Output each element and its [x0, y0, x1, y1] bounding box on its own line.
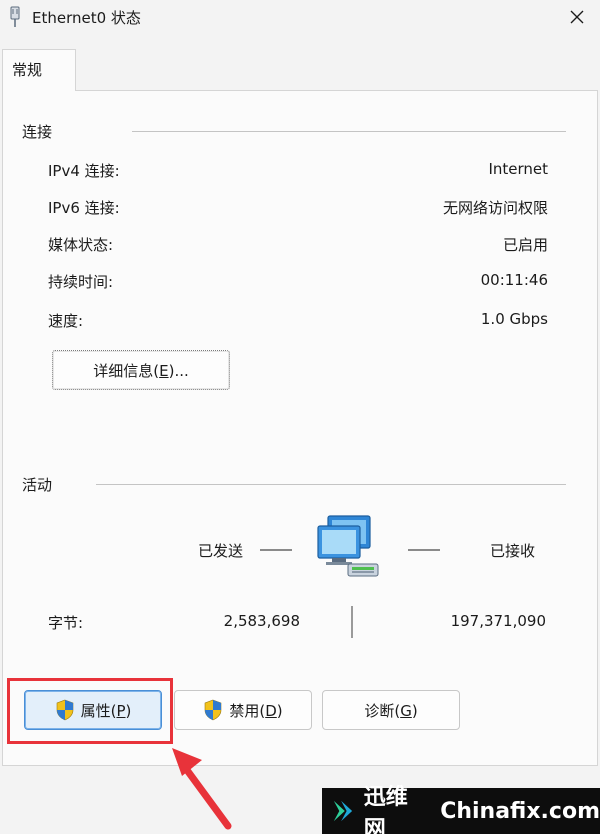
close-button[interactable]: [554, 0, 600, 34]
brand-logo-icon: [333, 800, 353, 822]
title-bar: Ethernet0 状态: [0, 0, 600, 36]
bytes-received-value: 197,371,090: [450, 612, 546, 630]
details-button-label: 详细信息(E)...: [93, 361, 189, 380]
diagnose-button-label: 诊断(G): [364, 701, 418, 720]
tab-panel: [2, 90, 598, 766]
highlight-box: [7, 678, 173, 744]
duration-label: 持续时间:: [48, 273, 114, 291]
close-icon: [570, 10, 584, 24]
bytes-sent-value: 2,583,698: [223, 612, 300, 630]
watermark-brand-cn: 迅维网: [363, 785, 408, 834]
connection-heading: 连接: [22, 123, 53, 141]
duration-value: 00:11:46: [480, 271, 548, 289]
network-computers-icon: [317, 515, 379, 577]
details-button[interactable]: 详细信息(E)...: [52, 350, 230, 390]
received-label: 已接收: [490, 542, 536, 560]
speed-label: 速度:: [48, 312, 84, 330]
media-state-value: 已启用: [502, 236, 548, 254]
network-adapter-icon: [10, 6, 20, 27]
ipv6-label: IPv6 连接:: [48, 199, 120, 217]
red-arrow-icon: [172, 748, 232, 830]
activity-divider: [96, 484, 566, 485]
window-title: Ethernet0 状态: [32, 9, 141, 27]
disable-button[interactable]: 禁用(D): [174, 690, 312, 730]
received-dash: [408, 549, 440, 551]
sent-dash: [260, 549, 292, 551]
media-state-label: 媒体状态:: [48, 236, 114, 254]
ipv4-label: IPv4 连接:: [48, 162, 120, 180]
speed-value: 1.0 Gbps: [480, 310, 548, 328]
activity-heading: 活动: [22, 476, 53, 494]
disable-button-label: 禁用(D): [229, 701, 283, 720]
bytes-separator: [351, 606, 353, 638]
watermark: 迅维网 Chinafix.com: [322, 785, 600, 834]
diagnose-button[interactable]: 诊断(G): [322, 690, 460, 730]
connection-divider: [132, 131, 566, 132]
uac-shield-icon: [205, 699, 222, 721]
ipv4-value: Internet: [488, 160, 548, 178]
bytes-label: 字节:: [48, 614, 84, 632]
ipv6-value: 无网络访问权限: [442, 199, 548, 217]
sent-label: 已发送: [198, 542, 244, 560]
tab-label: 常规: [12, 61, 43, 79]
watermark-brand-en: Chinafix.com: [440, 798, 600, 824]
tab-general[interactable]: 常规: [2, 49, 76, 91]
